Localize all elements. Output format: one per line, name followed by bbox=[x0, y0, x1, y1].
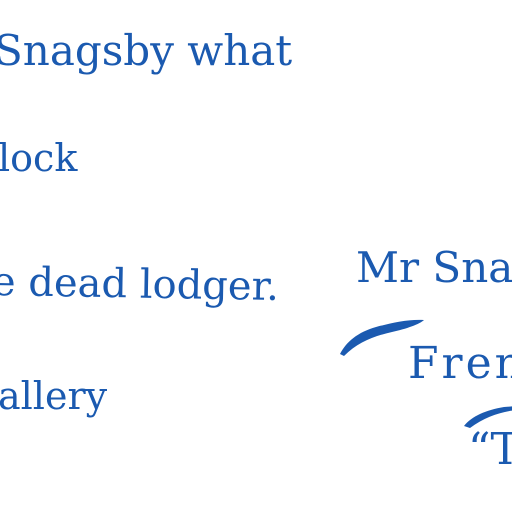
text-mr-snag: Mr Snag bbox=[356, 243, 512, 292]
handwriting-canvas: Snagsby what lock e dead lodger. allery … bbox=[0, 0, 512, 512]
text-snagsby-what: Snagsby what bbox=[0, 26, 293, 75]
text-lock: lock bbox=[0, 136, 78, 180]
text-allery: allery bbox=[0, 374, 108, 418]
text-dead-lodger: e dead lodger. bbox=[0, 259, 280, 311]
text-quote-t: “T bbox=[468, 424, 512, 475]
brush-stroke-upper bbox=[340, 319, 424, 356]
brush-stroke-lower bbox=[464, 406, 512, 428]
